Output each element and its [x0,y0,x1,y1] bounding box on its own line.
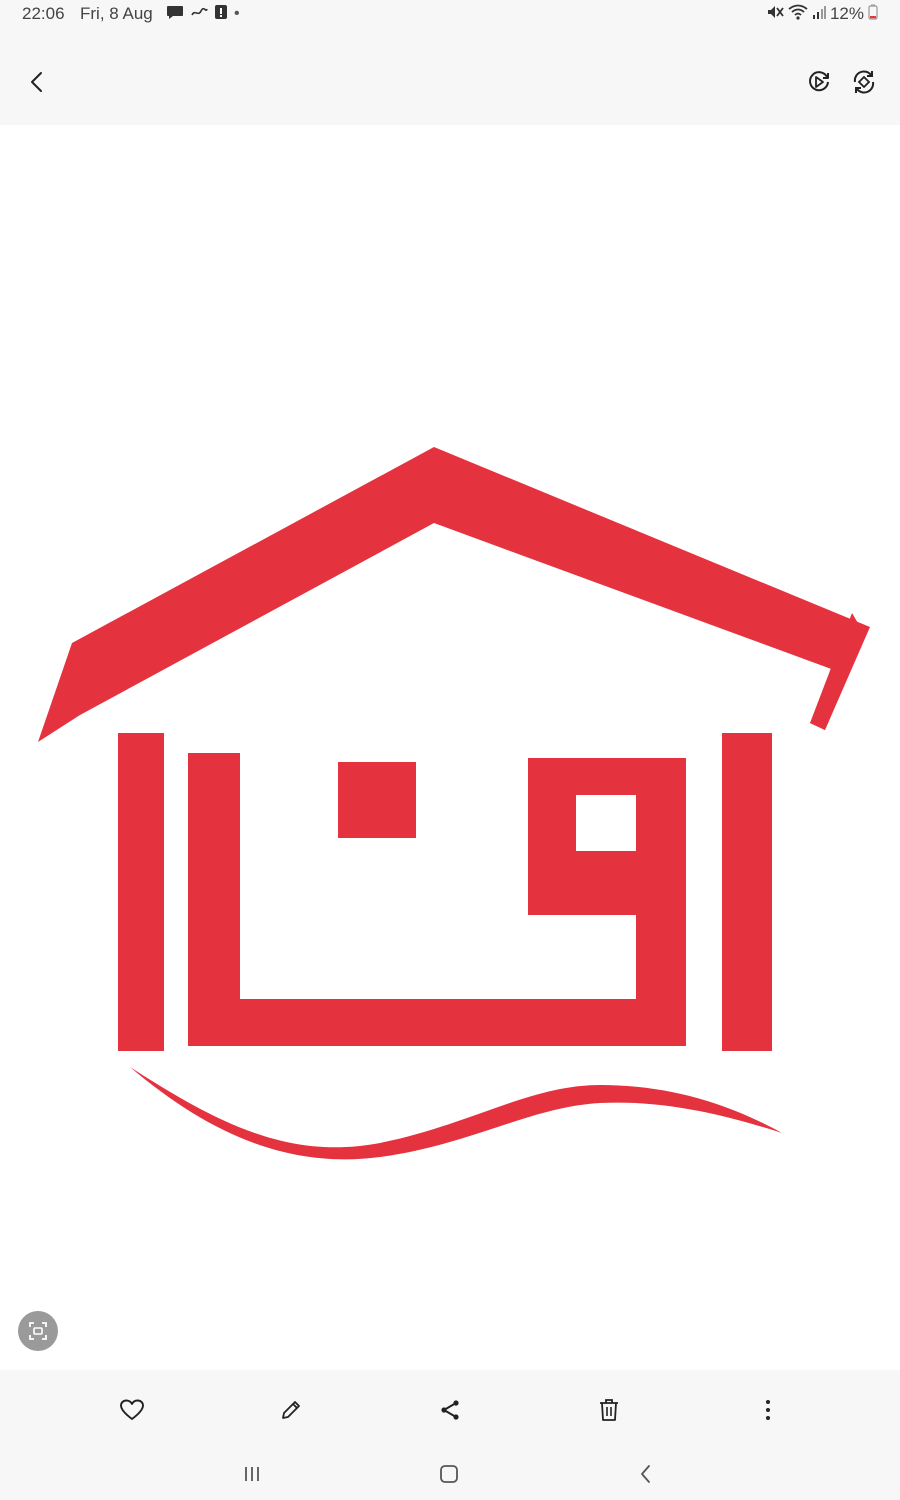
back-nav-button[interactable] [632,1462,660,1486]
delete-icon [600,1399,618,1421]
mute-icon [766,4,784,25]
recent-apps-button[interactable] [238,1462,266,1486]
favorite-icon [120,1399,144,1420]
more-icon [766,1400,770,1420]
back-icon [31,72,42,92]
battery-icon [868,4,878,25]
wifi-icon [788,4,808,25]
recent-apps-icon [245,1467,259,1481]
remaster-button[interactable] [848,66,880,98]
more-options-button[interactable] [752,1394,784,1426]
viewer-top-bar [0,30,900,125]
share-button[interactable] [434,1394,466,1426]
photo-view[interactable] [0,125,900,1370]
favorite-button[interactable] [116,1394,148,1426]
alert-icon [214,4,228,25]
scan-image-button[interactable] [18,1311,58,1351]
scan-image-icon [29,1322,47,1340]
system-navigation-bar [0,1450,900,1500]
back-nav-icon [641,1465,650,1483]
video-playback-button[interactable] [803,66,835,98]
signal-icon [812,4,826,25]
status-bar: 22:06 Fri, 8 Aug • 12% [0,0,900,30]
edit-button[interactable] [275,1394,307,1426]
house-logo-image [38,447,870,1160]
back-button[interactable] [22,66,54,98]
share-icon [441,1400,459,1420]
video-playback-icon [809,71,829,92]
system-status-icons: 12% [766,4,878,24]
bottom-toolbar [0,1370,900,1450]
chat-bubble-icon [166,4,184,25]
edit-icon [282,1401,300,1419]
battery-percent: 12% [829,4,864,23]
delete-button[interactable] [593,1394,625,1426]
remaster-icon [853,70,875,94]
more-notifications-indicator: • [234,5,240,22]
home-icon [440,1465,458,1483]
notification-icons: • [166,4,240,25]
app-notification-icon [190,5,208,24]
status-date: Fri, 8 Aug [80,4,153,23]
home-button[interactable] [435,1462,463,1486]
status-time: 22:06 [22,4,65,23]
